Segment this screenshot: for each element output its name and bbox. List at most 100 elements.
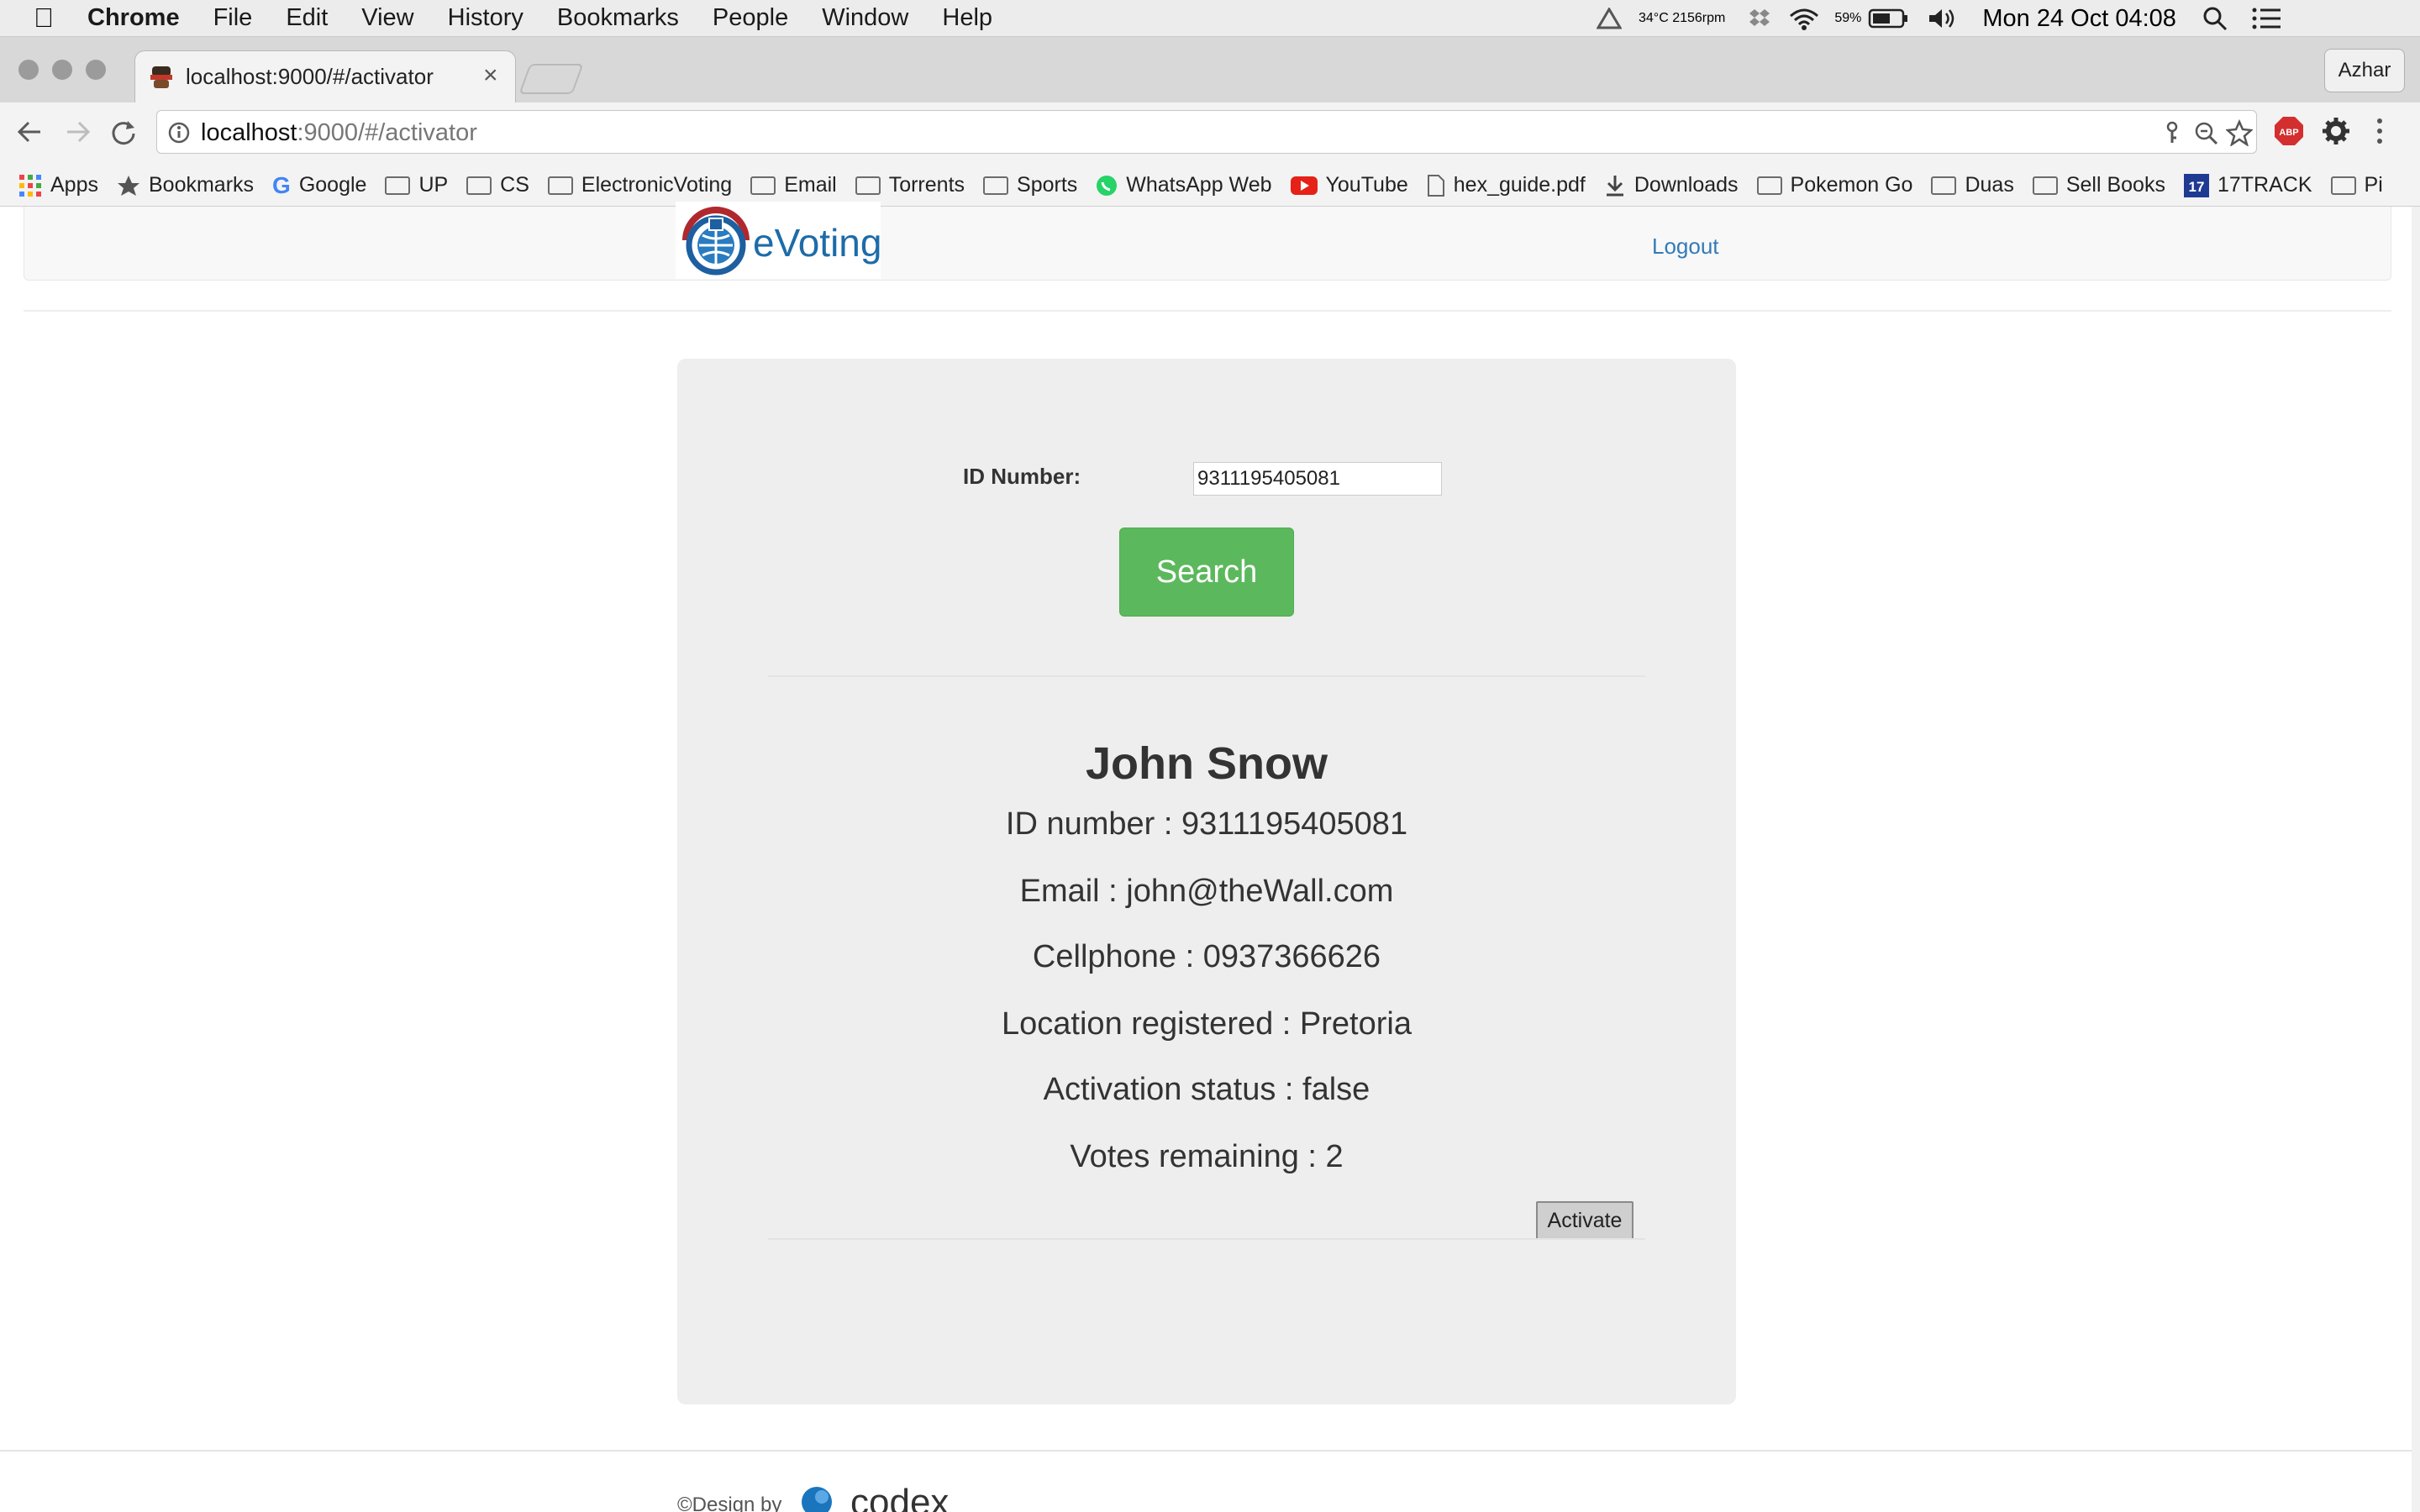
address-bar[interactable]: localhost:9000/#/activator: [156, 110, 2257, 154]
voter-cellphone: Cellphone : 0937366626: [1032, 939, 1381, 974]
battery-icon[interactable]: [1868, 8, 1908, 29]
bookmark-star-icon[interactable]: [2226, 119, 2253, 146]
menu-help[interactable]: Help: [942, 4, 992, 32]
wifi-icon[interactable]: [1787, 6, 1821, 31]
folder-icon: [466, 176, 492, 195]
bookmark-folder-pokemon-go[interactable]: Pokemon Go: [1756, 173, 1912, 197]
chrome-menu-icon[interactable]: [2371, 116, 2388, 146]
url-host: localhost: [201, 119, 297, 146]
window-minimize-button[interactable]: [52, 60, 72, 80]
window-close-button[interactable]: [18, 60, 39, 80]
file-icon: [1427, 174, 1444, 197]
bookmark-label: CS: [500, 173, 529, 197]
menu-window[interactable]: Window: [822, 4, 908, 32]
logout-link[interactable]: Logout: [1652, 234, 1719, 260]
tab-favicon-icon: [150, 66, 172, 88]
bookmark-label: ElectronicVoting: [581, 173, 733, 197]
settings-gear-icon[interactable]: [2321, 116, 2351, 146]
url-text: localhost:9000/#/activator: [201, 119, 477, 147]
bookmark-17track[interactable]: 17 17TRACK: [2183, 173, 2312, 197]
id-number-label: ID Number:: [963, 464, 1081, 489]
menu-edit[interactable]: Edit: [286, 4, 328, 32]
bookmark-folder-duas[interactable]: Duas: [1931, 173, 2014, 197]
bookmark-folder-sports[interactable]: Sports: [983, 173, 1077, 197]
search-button[interactable]: Search: [1119, 528, 1294, 617]
bookmark-folder-up[interactable]: UP: [385, 173, 448, 197]
activate-button[interactable]: Activate: [1536, 1201, 1634, 1240]
menu-bookmarks[interactable]: Bookmarks: [557, 4, 679, 32]
footer-brand[interactable]: codex: [850, 1482, 949, 1512]
bookmark-folder-cs[interactable]: CS: [466, 173, 529, 197]
menubar-status-area: 34°C 2156rpm 59% Mon 24 Oct 04:08: [1597, 0, 2282, 37]
bookmark-label: Duas: [1965, 173, 2014, 197]
forward-arrow-icon[interactable]: [62, 118, 92, 146]
profile-button[interactable]: Azhar: [2324, 49, 2405, 92]
bookmark-hex-guide[interactable]: hex_guide.pdf: [1427, 173, 1586, 197]
bookmark-label: Pi: [2364, 173, 2383, 197]
reload-icon[interactable]: [109, 118, 138, 146]
menu-app-chrome[interactable]: Chrome: [87, 4, 180, 32]
zoom-icon[interactable]: [2194, 121, 2219, 146]
google-icon: G: [272, 171, 291, 198]
codex-logo-icon: [802, 1487, 832, 1512]
voter-location: Location registered : Pretoria: [1002, 1006, 1412, 1042]
page-scrollbar[interactable]: [2412, 207, 2420, 1512]
spotlight-search-icon[interactable]: [2202, 5, 2228, 32]
bookmark-label: Bookmarks: [148, 173, 255, 197]
bookmark-folder-email[interactable]: Email: [750, 173, 837, 197]
svg-text:17: 17: [2189, 179, 2205, 195]
bookmark-folder-pi[interactable]: Pi: [2330, 173, 2383, 197]
bookmark-google[interactable]: G Google: [272, 172, 366, 199]
bookmark-youtube[interactable]: YouTube: [1290, 173, 1408, 197]
youtube-icon: [1290, 176, 1318, 195]
folder-icon: [2330, 176, 2356, 195]
whatsapp-icon: [1097, 175, 1118, 196]
volume-icon[interactable]: [1927, 7, 1960, 30]
bookmark-label: 17TRACK: [2217, 173, 2312, 197]
temperature-status[interactable]: 34°C 2156rpm: [1639, 11, 1725, 26]
bookmark-downloads[interactable]: Downloads: [1604, 173, 1739, 197]
bookmark-apps[interactable]: Apps: [18, 173, 98, 197]
google-drive-icon[interactable]: [1597, 8, 1622, 29]
menu-view[interactable]: View: [361, 4, 413, 32]
bookmark-bookmarks[interactable]: Bookmarks: [117, 173, 254, 197]
bookmark-label: Apps: [50, 173, 98, 197]
battery-percent[interactable]: 59%: [1834, 11, 1861, 26]
tab-activator[interactable]: localhost:9000/#/activator ×: [134, 50, 516, 102]
svg-text:ABP: ABP: [2279, 128, 2298, 138]
bookmark-folder-torrents[interactable]: Torrents: [855, 173, 965, 197]
dropbox-icon[interactable]: [1747, 7, 1772, 30]
folder-icon: [750, 176, 776, 195]
voter-email: Email : john@theWall.com: [1019, 874, 1394, 909]
bookmark-label: WhatsApp Web: [1126, 173, 1272, 197]
bookmark-label: Sports: [1017, 173, 1078, 197]
folder-icon: [1931, 176, 1957, 195]
key-icon[interactable]: [2162, 121, 2182, 144]
apple-icon[interactable]: : [34, 3, 54, 34]
voter-id-number: ID number : 9311195405081: [1005, 806, 1408, 842]
brand-name: eVoting: [753, 221, 882, 265]
new-tab-button[interactable]: [518, 64, 584, 94]
bookmark-label: Downloads: [1634, 173, 1739, 197]
id-number-input[interactable]: [1193, 462, 1442, 496]
menu-file[interactable]: File: [213, 4, 253, 32]
bookmark-folder-sell-books[interactable]: Sell Books: [2032, 173, 2165, 197]
window-zoom-button[interactable]: [86, 60, 106, 80]
brand-logo[interactable]: eVoting: [676, 202, 881, 279]
menu-history[interactable]: History: [448, 4, 523, 32]
folder-icon: [855, 176, 881, 195]
clock[interactable]: Mon 24 Oct 04:08: [1982, 5, 2176, 33]
star-icon: [117, 175, 139, 196]
menu-people[interactable]: People: [713, 4, 788, 32]
footer-credit: ©Design by: [677, 1494, 782, 1512]
url-path: :9000/#/activator: [297, 119, 477, 146]
notification-center-icon[interactable]: [2252, 7, 2282, 30]
back-arrow-icon[interactable]: [15, 118, 45, 146]
voter-activation-status: Activation status : false: [1043, 1072, 1370, 1107]
adblock-icon[interactable]: ABP: [2274, 116, 2304, 146]
bookmark-whatsapp[interactable]: WhatsApp Web: [1096, 173, 1272, 197]
bookmark-folder-electronicvoting[interactable]: ElectronicVoting: [547, 173, 733, 197]
info-icon[interactable]: [167, 121, 191, 144]
tab-close-icon[interactable]: ×: [483, 61, 498, 90]
navbar-divider: [24, 310, 2391, 312]
